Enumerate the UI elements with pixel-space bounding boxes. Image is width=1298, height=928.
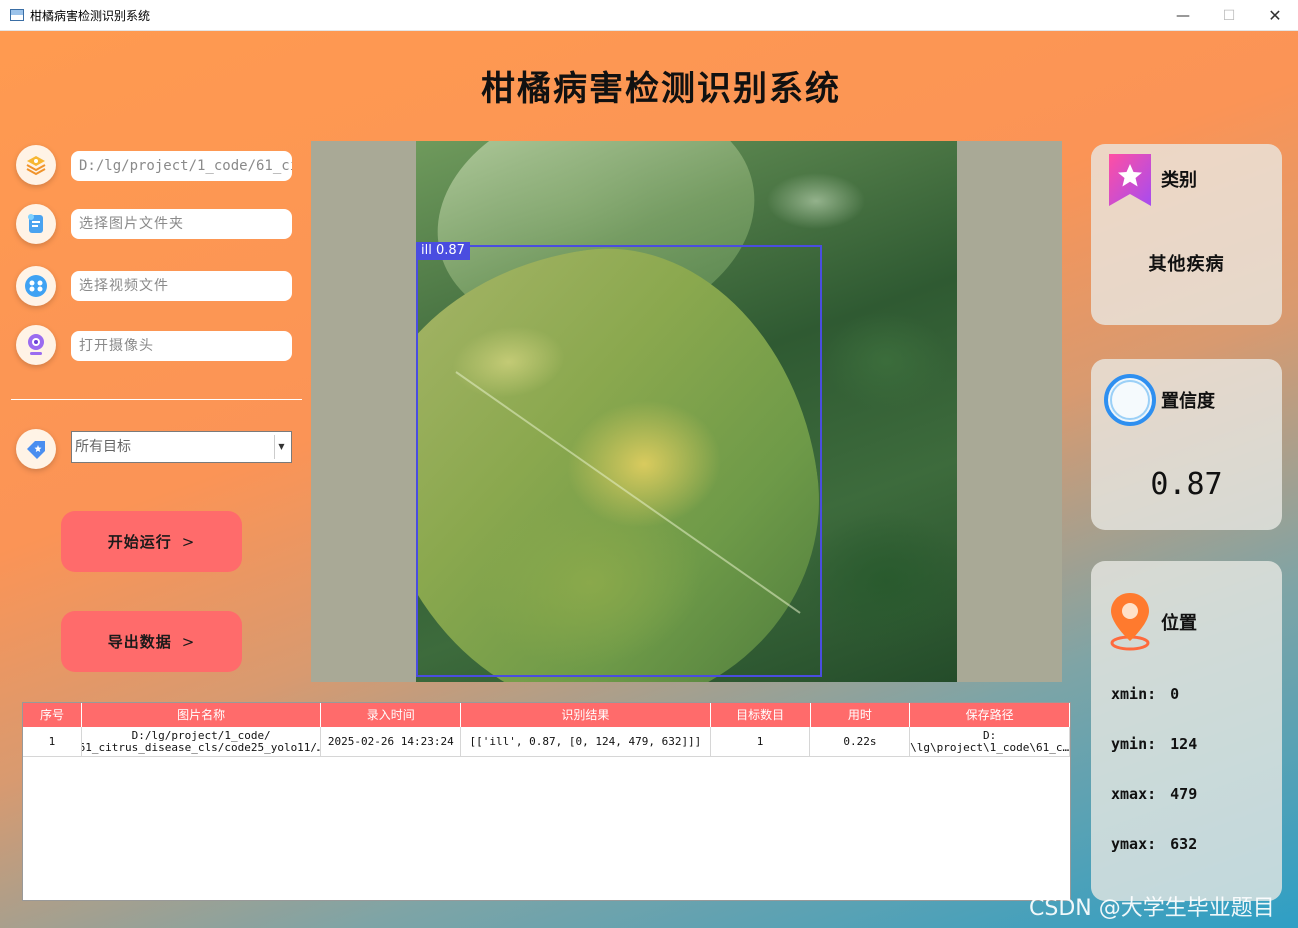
ymin-row: ymin: 124 <box>1111 735 1197 753</box>
column-header[interactable]: 序号 <box>23 703 82 727</box>
table-cell[interactable]: D: \lg\project\1_code\61_c… <box>910 727 1070 756</box>
chevron-down-icon[interactable]: ▼ <box>274 435 288 459</box>
column-header[interactable]: 目标数目 <box>710 703 811 727</box>
position-card: 位置 xmin: 0 ymin: 124 xmax: 479 ymax: 632 <box>1091 561 1282 901</box>
folder-input[interactable]: 选择图片文件夹 <box>71 209 292 239</box>
position-title: 位置 <box>1161 613 1197 634</box>
video-icon[interactable] <box>16 266 56 306</box>
target-select[interactable]: 所有目标 ▼ <box>71 431 292 463</box>
confidence-value: 0.87 <box>1150 467 1223 502</box>
image-display: ill 0.87 <box>311 141 1062 682</box>
image-file-icon[interactable] <box>16 145 56 185</box>
xmax-label: xmax: <box>1111 785 1157 803</box>
ymin-value: 124 <box>1170 735 1198 753</box>
minimize-button[interactable]: — <box>1160 0 1206 31</box>
table-cell[interactable]: 0.22s <box>810 727 911 756</box>
table-cell[interactable]: 1 <box>711 727 811 756</box>
start-button[interactable]: 开始运行 > <box>61 511 242 572</box>
close-button[interactable]: ✕ <box>1252 0 1298 31</box>
bookmark-star-icon <box>1107 154 1153 210</box>
main-panel: 柑橘病害检测识别系统 D:/lg/project/1_code/61_citru… <box>0 31 1298 928</box>
table-cell[interactable]: 1 <box>23 727 82 756</box>
start-button-label: 开始运行 <box>107 533 172 551</box>
column-header[interactable]: 保存路径 <box>910 703 1070 727</box>
table-header: 序号 图片名称 录入时间 识别结果 目标数目 用时 保存路径 <box>23 703 1070 727</box>
ymin-label: ymin: <box>1111 735 1157 753</box>
xmax-value: 479 <box>1170 785 1198 803</box>
ymax-label: ymax: <box>1111 835 1157 853</box>
camera-input[interactable]: 打开摄像头 <box>71 331 292 361</box>
confidence-title: 置信度 <box>1161 391 1215 412</box>
category-value: 其他疾病 <box>1148 254 1225 275</box>
results-table[interactable]: 序号 图片名称 录入时间 识别结果 目标数目 用时 保存路径 1 D:/lg/p… <box>22 702 1071 901</box>
column-header[interactable]: 图片名称 <box>81 703 322 727</box>
watermark: CSDN @大学生毕业题目 <box>1029 896 1275 921</box>
xmin-row: xmin: 0 <box>1111 685 1179 703</box>
confidence-ring-icon <box>1103 373 1157 431</box>
table-row[interactable]: 1 D:/lg/project/1_code/ 61_citrus_diseas… <box>23 727 1070 757</box>
target-select-value: 所有目标 <box>75 439 131 455</box>
xmax-row: xmax: 479 <box>1111 785 1197 803</box>
folder-icon[interactable] <box>16 204 56 244</box>
table-cell[interactable]: D:/lg/project/1_code/ 61_citrus_disease_… <box>82 727 322 756</box>
location-pin-icon <box>1107 591 1153 655</box>
xmin-value: 0 <box>1170 685 1180 703</box>
ymax-value: 632 <box>1170 835 1198 853</box>
detection-label: ill 0.87 <box>416 242 470 260</box>
export-button[interactable]: 导出数据 > <box>61 611 242 672</box>
category-title: 类别 <box>1161 170 1197 191</box>
export-button-label: 导出数据 <box>107 633 172 651</box>
window-title: 柑橘病害检测识别系统 <box>30 8 151 23</box>
column-header[interactable]: 识别结果 <box>461 703 711 727</box>
detection-bbox <box>416 245 822 677</box>
table-cell[interactable]: [['ill', 0.87, [0, 124, 479, 632]]] <box>461 727 711 756</box>
confidence-card: 置信度 0.87 <box>1091 359 1282 530</box>
maximize-button[interactable]: ☐ <box>1206 0 1252 31</box>
camera-icon[interactable] <box>16 325 56 365</box>
column-header[interactable]: 用时 <box>810 703 911 727</box>
table-cell[interactable]: 2025-02-26 14:23:24 <box>321 727 462 756</box>
file-path-input[interactable]: D:/lg/project/1_code/61_citrus_disease_c… <box>71 151 292 181</box>
page-title: 柑橘病害检测识别系统 <box>481 69 841 109</box>
tag-icon <box>16 429 56 469</box>
ymax-row: ymax: 632 <box>1111 835 1197 853</box>
chevron-right-icon: > <box>181 532 196 551</box>
chevron-right-icon: > <box>181 632 196 651</box>
video-input[interactable]: 选择视频文件 <box>71 271 292 301</box>
divider <box>11 399 302 400</box>
window-titlebar: 柑橘病害检测识别系统 — ☐ ✕ <box>0 0 1298 31</box>
xmin-label: xmin: <box>1111 685 1157 703</box>
column-header[interactable]: 录入时间 <box>321 703 462 727</box>
category-card: 类别 其他疾病 <box>1091 144 1282 325</box>
app-window-icon <box>10 9 24 21</box>
